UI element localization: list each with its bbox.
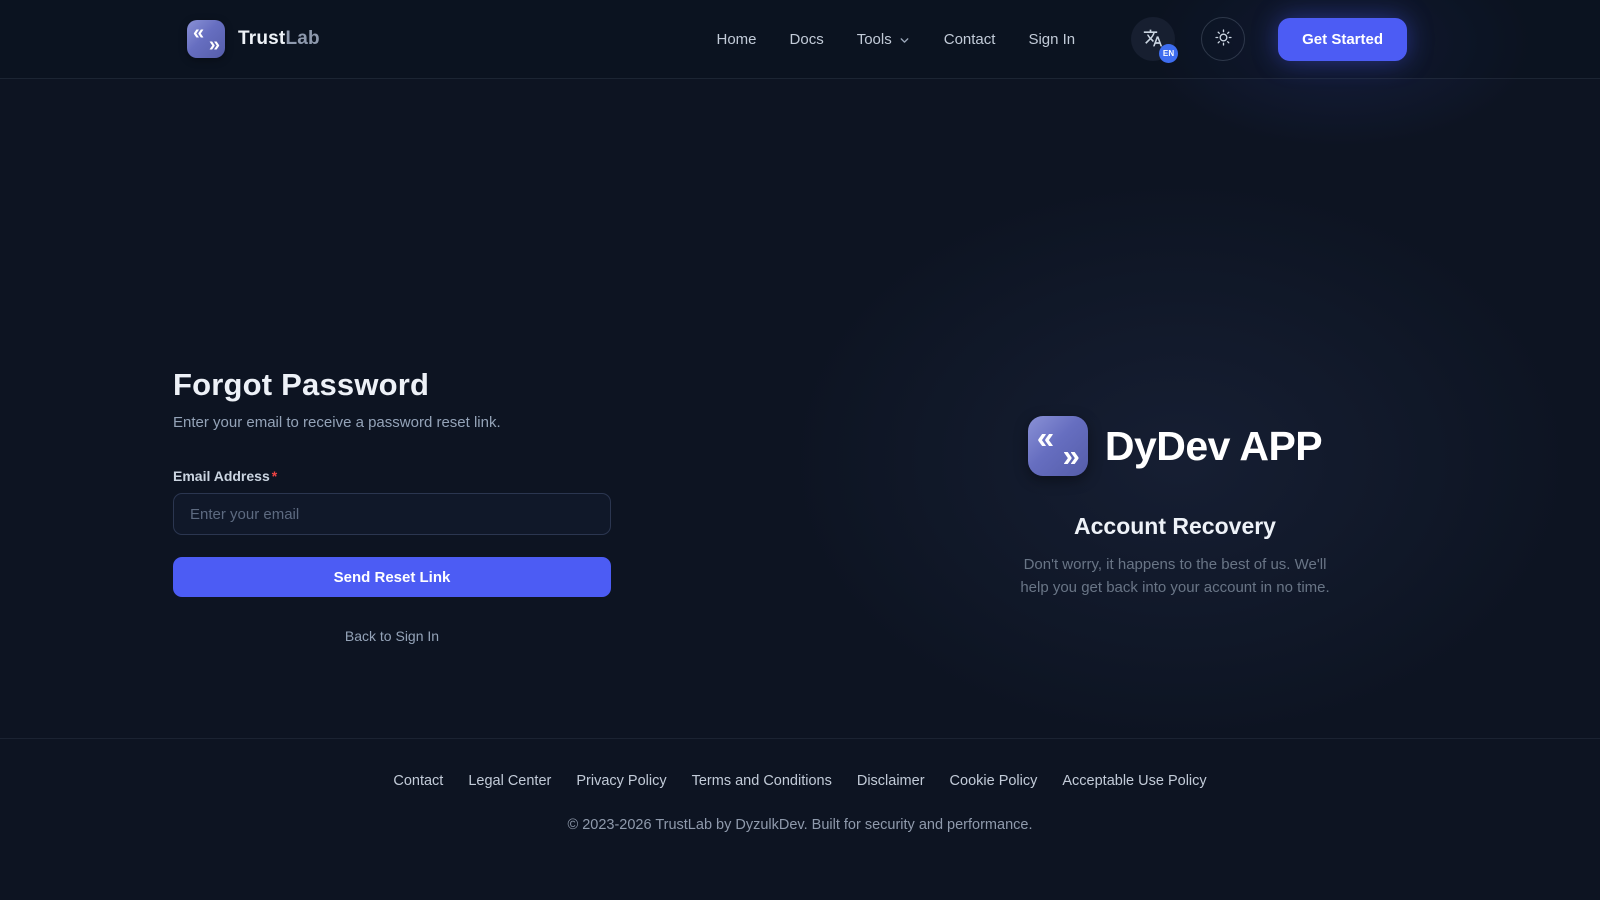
brand-name: TrustLab: [238, 28, 320, 50]
main-content: Forgot Password Enter your email to rece…: [0, 79, 1600, 738]
required-asterisk: *: [272, 468, 277, 484]
footer-link-cookie-policy[interactable]: Cookie Policy: [950, 773, 1038, 789]
dydev-logo-icon: « »: [1028, 416, 1088, 476]
guillemet-right-glyph: »: [209, 35, 220, 55]
language-badge: EN: [1159, 44, 1178, 63]
footer-link-terms[interactable]: Terms and Conditions: [692, 773, 832, 789]
guillemet-left-glyph: «: [1037, 422, 1054, 453]
footer-links: Contact Legal Center Privacy Policy Term…: [0, 773, 1600, 789]
sun-icon: [1214, 28, 1233, 50]
brand-name-primary: Trust: [238, 28, 285, 49]
nav-link-contact[interactable]: Contact: [944, 31, 996, 48]
page-subtitle: Enter your email to receive a password r…: [173, 414, 611, 431]
footer-link-acceptable-use[interactable]: Acceptable Use Policy: [1062, 773, 1206, 789]
footer: Contact Legal Center Privacy Policy Term…: [0, 738, 1600, 833]
footer-link-legal-center[interactable]: Legal Center: [468, 773, 551, 789]
guillemet-left-glyph: «: [193, 23, 204, 43]
copyright-text: © 2023-2026 TrustLab by DyzulkDev. Built…: [0, 817, 1600, 833]
promo-brand: « » DyDev APP: [955, 416, 1395, 476]
footer-link-privacy-policy[interactable]: Privacy Policy: [576, 773, 666, 789]
brand[interactable]: « » TrustLab: [187, 20, 320, 58]
nav-link-tools-label: Tools: [857, 31, 892, 48]
forgot-password-form: Forgot Password Enter your email to rece…: [173, 367, 611, 644]
nav-link-signin[interactable]: Sign In: [1028, 31, 1075, 48]
promo-app-name: DyDev APP: [1105, 423, 1322, 470]
nav-link-home[interactable]: Home: [717, 31, 757, 48]
back-to-signin-link[interactable]: Back to Sign In: [173, 628, 611, 644]
guillemet-right-glyph: »: [1063, 440, 1080, 471]
promo-panel: « » DyDev APP Account Recovery Don't wor…: [955, 416, 1395, 599]
language-button[interactable]: EN: [1131, 17, 1175, 61]
chevron-down-icon: [898, 34, 911, 47]
nav-link-tools[interactable]: Tools: [857, 31, 911, 48]
top-nav: « » TrustLab Home Docs Tools Contact Sig…: [0, 0, 1600, 79]
send-reset-link-button[interactable]: Send Reset Link: [173, 557, 611, 597]
email-label: Email Address*: [173, 468, 611, 484]
theme-toggle-button[interactable]: [1201, 17, 1245, 61]
nav-links: Home Docs Tools Contact Sign In: [717, 31, 1076, 48]
get-started-button[interactable]: Get Started: [1278, 18, 1407, 61]
page-title: Forgot Password: [173, 367, 611, 403]
nav-actions: EN Get Started: [1131, 17, 1407, 61]
trustlab-logo-icon: « »: [187, 20, 225, 58]
brand-name-secondary: Lab: [285, 28, 319, 49]
promo-heading: Account Recovery: [955, 513, 1395, 540]
footer-link-contact[interactable]: Contact: [393, 773, 443, 789]
footer-link-disclaimer[interactable]: Disclaimer: [857, 773, 925, 789]
nav-link-docs[interactable]: Docs: [790, 31, 824, 48]
email-input[interactable]: [173, 493, 611, 535]
email-label-text: Email Address: [173, 468, 270, 484]
promo-description: Don't worry, it happens to the best of u…: [1015, 553, 1335, 599]
